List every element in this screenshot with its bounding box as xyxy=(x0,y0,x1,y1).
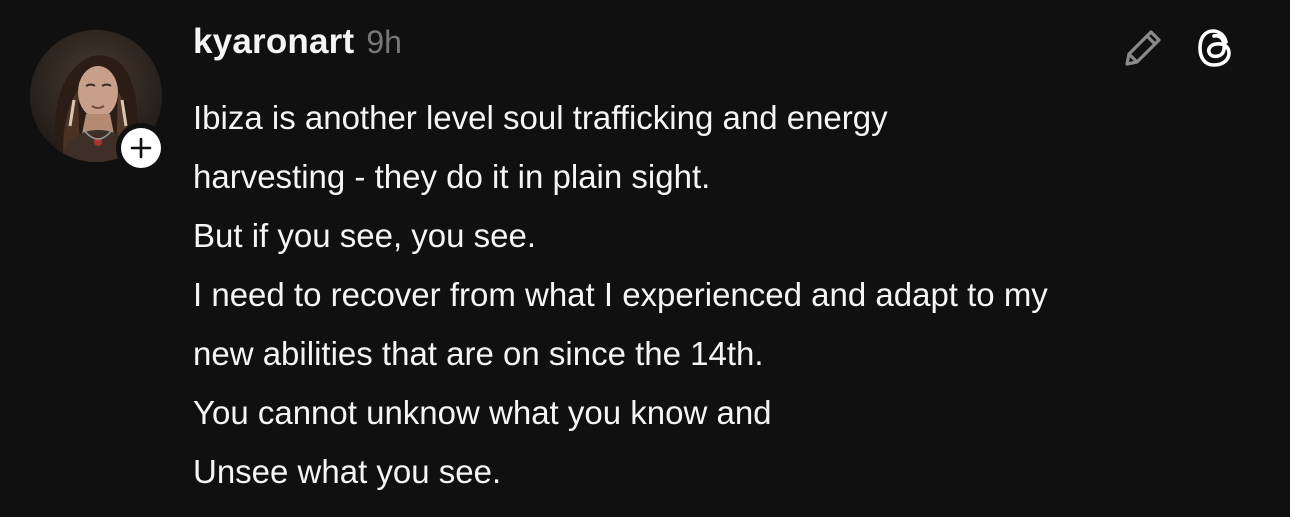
post-text-line: harvesting - they do it in plain sight. xyxy=(193,158,711,195)
post-text-line: Unsee what you see. xyxy=(193,453,502,490)
avatar-container xyxy=(30,30,166,173)
post-text-line: You cannot unknow what you know and xyxy=(193,394,772,431)
threads-logo-icon[interactable] xyxy=(1192,22,1244,74)
timestamp[interactable]: 9h xyxy=(366,24,402,61)
follow-button-circle xyxy=(121,128,161,168)
post-text-line: But if you see, you see. xyxy=(193,217,537,254)
post-text-line: I need to recover from what I experience… xyxy=(193,276,1048,313)
post-text-line: Ibiza is another level soul trafficking … xyxy=(193,99,888,136)
follow-button[interactable] xyxy=(116,123,166,173)
post-text-line: new abilities that are on since the 14th… xyxy=(193,335,764,372)
post-header: kyaronart 9h xyxy=(193,22,402,72)
thread-post: kyaronart 9h Ibiza is another level soul… xyxy=(0,0,1290,517)
plus-icon xyxy=(130,137,152,159)
username[interactable]: kyaronart xyxy=(193,22,354,62)
pencil-icon[interactable] xyxy=(1117,22,1169,74)
post-body: Ibiza is another level soul trafficking … xyxy=(193,88,1273,501)
